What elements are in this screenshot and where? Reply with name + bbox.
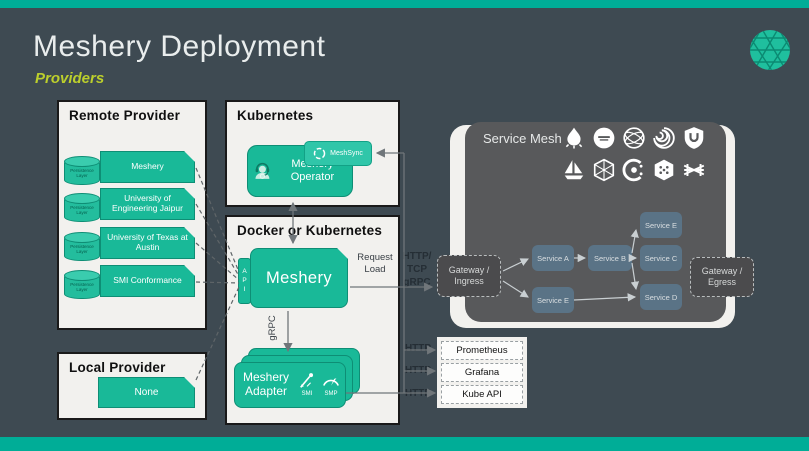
service-mesh-title: Service Mesh bbox=[483, 131, 562, 146]
smi-label: SMI bbox=[302, 390, 313, 398]
http-label: HTTP bbox=[400, 343, 436, 354]
smi-icon bbox=[298, 372, 316, 390]
gateway-egress-box: Gateway / Egress bbox=[690, 257, 754, 297]
api-tab: API bbox=[238, 258, 251, 304]
docker-kubernetes-title: Docker or Kubernetes bbox=[237, 223, 382, 238]
service-mesh-logos-row2 bbox=[562, 158, 706, 182]
grafana-box: Grafana bbox=[441, 363, 523, 382]
smi-badge: SMI bbox=[298, 372, 316, 398]
meshery-box: Meshery bbox=[250, 248, 348, 308]
slide-title: Meshery Deployment bbox=[33, 30, 325, 64]
gateway-ingress-box: Gateway / Ingress bbox=[437, 255, 501, 297]
flame-logo-icon bbox=[562, 126, 586, 150]
grpc-label: gRPC bbox=[267, 311, 279, 345]
smp-badge: SMP bbox=[321, 372, 341, 398]
protocol-line: TCP bbox=[396, 263, 438, 276]
persistence-db-cylinder: Persistence Layer bbox=[64, 272, 100, 299]
meshery-adapter-label: Meshery Adapter bbox=[239, 371, 293, 399]
remote-provider-title: Remote Provider bbox=[69, 108, 180, 123]
request-load-label: Request Load bbox=[352, 252, 398, 276]
service-c-node: Service C bbox=[640, 245, 682, 271]
persistence-db-cylinder: Persistence Layer bbox=[64, 234, 100, 261]
shield-logo-icon bbox=[682, 126, 706, 150]
round-badge-logo-icon bbox=[592, 126, 616, 150]
slide-subtitle: Providers bbox=[35, 70, 104, 87]
arc-dot-logo-icon bbox=[622, 158, 646, 182]
protocol-label: HTTP/ TCP gRPC bbox=[396, 250, 438, 289]
remote-provider-meshery: Meshery bbox=[100, 151, 195, 183]
meshsync-badge: MeshSync bbox=[304, 141, 372, 166]
http-label: HTTP bbox=[400, 365, 436, 376]
smp-label: SMP bbox=[324, 390, 337, 398]
persistence-db-cylinder: Persistence Layer bbox=[64, 195, 100, 222]
hexagon-mesh-logo-icon bbox=[652, 158, 676, 182]
meshery-adapter-box: Meshery Adapter SMI SMP bbox=[234, 362, 346, 408]
service-a-node: Service A bbox=[532, 245, 574, 271]
persistence-db-cylinder: Persistence Layer bbox=[64, 158, 100, 185]
service-d-node: Service D bbox=[640, 284, 682, 310]
local-provider-none: None bbox=[98, 377, 195, 408]
prometheus-box: Prometheus bbox=[441, 341, 523, 360]
protocol-line: gRPC bbox=[396, 276, 438, 289]
remote-provider-smi: SMI Conformance bbox=[100, 265, 195, 297]
cube-mesh-logo-icon bbox=[592, 158, 616, 182]
meshery-logo-icon bbox=[748, 28, 792, 72]
remote-provider-texas: University of Texas at Austin bbox=[100, 227, 195, 259]
kube-api-box: Kube API bbox=[441, 385, 523, 404]
service-e-node-left: Service E bbox=[532, 287, 574, 313]
meshsync-icon bbox=[313, 147, 326, 160]
top-accent-bar bbox=[0, 0, 809, 8]
slide-canvas: Meshery Deployment Providers Remote Prov… bbox=[0, 0, 809, 451]
knot-logo-icon bbox=[682, 158, 706, 182]
service-mesh-box bbox=[465, 122, 726, 322]
service-mesh-logos-row1 bbox=[562, 126, 706, 150]
protocol-line: HTTP/ bbox=[396, 250, 438, 263]
local-provider-title: Local Provider bbox=[69, 360, 166, 375]
sailboat-logo-icon bbox=[562, 158, 586, 182]
bottom-accent-bar bbox=[0, 437, 809, 451]
remote-provider-jaipur: University of Engineering Jaipur bbox=[100, 188, 195, 220]
meshsync-label: MeshSync bbox=[330, 150, 363, 157]
kubernetes-title: Kubernetes bbox=[237, 108, 313, 123]
swirl-logo-icon bbox=[652, 126, 676, 150]
service-e-node-top: Service E bbox=[640, 212, 682, 238]
operator-icon bbox=[252, 158, 273, 184]
mesh-sphere-logo-icon bbox=[622, 126, 646, 150]
service-b-node: Service B bbox=[588, 245, 632, 271]
smp-gauge-icon bbox=[321, 372, 341, 390]
http-label: HTTP bbox=[400, 388, 436, 399]
